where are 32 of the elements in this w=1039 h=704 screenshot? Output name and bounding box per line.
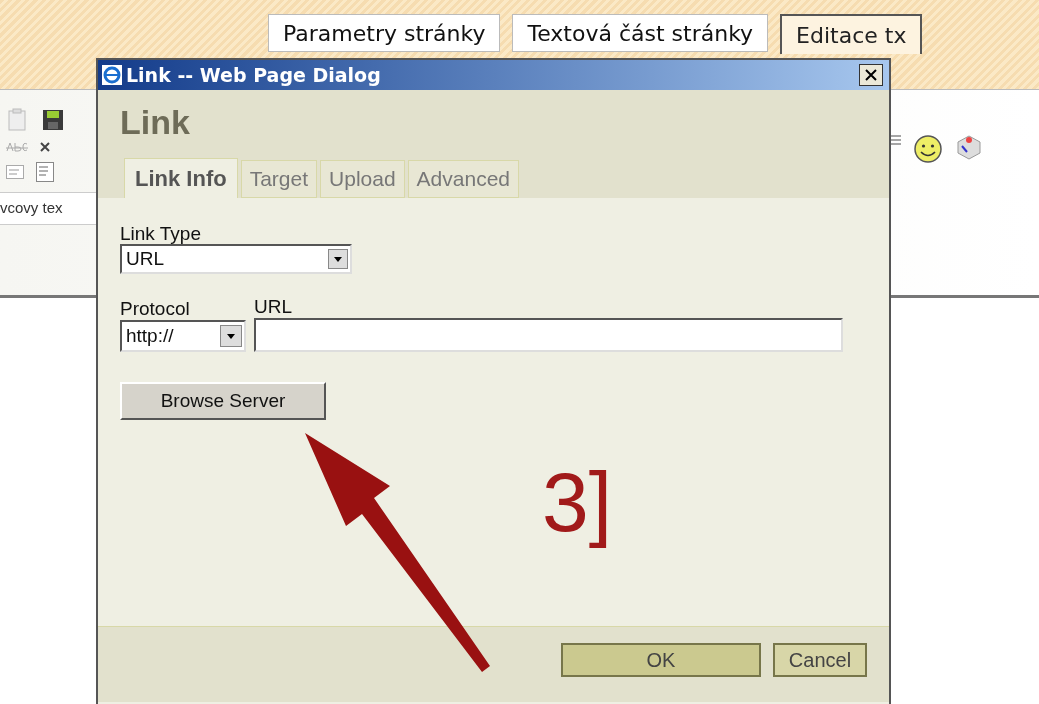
protocol-select[interactable]: http:// xyxy=(120,320,246,352)
browser-icon xyxy=(102,65,122,85)
close-icon[interactable] xyxy=(865,69,877,81)
page-tab[interactable]: Editace tx xyxy=(780,14,923,54)
cancel-button[interactable]: Cancel xyxy=(773,643,867,677)
special-char-icon[interactable] xyxy=(955,134,983,160)
link-type-select[interactable]: URL xyxy=(120,244,352,274)
window-title: Link -- Web Page Dialog xyxy=(126,62,382,88)
field-label: Protocol xyxy=(120,298,191,320)
dialog-heading: Link xyxy=(120,102,191,142)
dialog-tab[interactable]: Target xyxy=(240,160,318,198)
dialog-tab[interactable]: Upload xyxy=(320,160,405,198)
style-field[interactable]: vcovy tex xyxy=(0,192,96,225)
dialog-tab[interactable]: Advanced xyxy=(407,160,519,198)
text-field-icon[interactable] xyxy=(6,165,24,179)
page-tab[interactable]: Textová část stránky xyxy=(512,14,769,52)
page-tab[interactable]: Parametry stránky xyxy=(268,14,501,52)
annotation-label: 3] xyxy=(542,454,613,551)
field-label: URL xyxy=(254,296,293,318)
field-label: Link Type xyxy=(120,224,202,244)
align-icon[interactable] xyxy=(889,134,901,148)
textarea-icon[interactable] xyxy=(36,162,54,182)
smiley-icon[interactable] xyxy=(913,134,943,164)
ok-button[interactable]: OK xyxy=(561,643,761,677)
clipboard-icon[interactable] xyxy=(6,108,28,132)
browse-server-button[interactable]: Browse Server xyxy=(120,382,326,420)
save-icon[interactable] xyxy=(42,109,64,131)
spellcheck-icon[interactable] xyxy=(6,142,28,152)
remove-format-icon[interactable] xyxy=(40,142,50,152)
dialog-tab[interactable]: Link Info xyxy=(124,158,238,198)
close-button[interactable] xyxy=(859,64,883,86)
url-field[interactable] xyxy=(254,318,843,352)
